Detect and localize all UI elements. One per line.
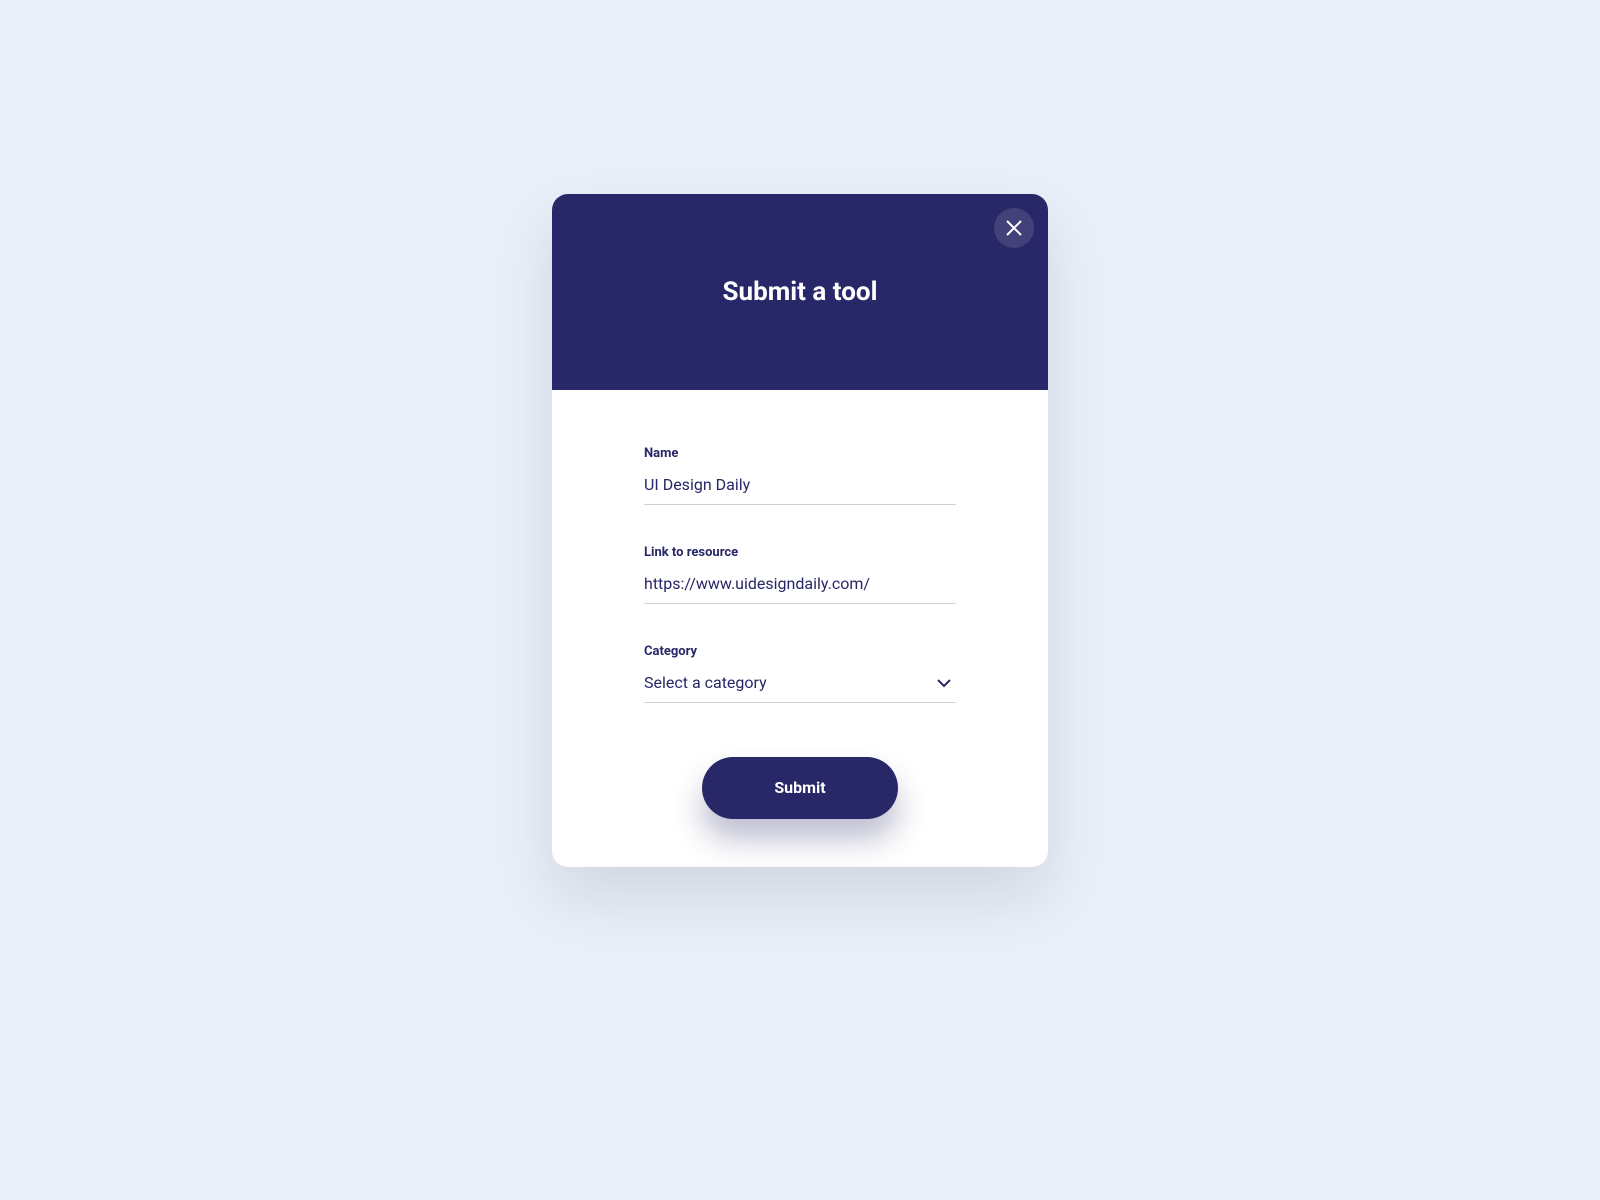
category-select-text: Select a category bbox=[644, 673, 767, 692]
link-label: Link to resource bbox=[644, 545, 956, 560]
name-input[interactable] bbox=[644, 471, 956, 505]
close-button[interactable] bbox=[994, 208, 1034, 248]
name-label: Name bbox=[644, 446, 956, 461]
submit-tool-modal: Submit a tool Name Link to resource Cate… bbox=[552, 194, 1048, 867]
close-icon bbox=[1005, 219, 1023, 237]
category-select[interactable]: Select a category bbox=[644, 669, 956, 703]
modal-title: Submit a tool bbox=[723, 277, 878, 307]
submit-wrapper: Submit bbox=[644, 757, 956, 819]
category-label: Category bbox=[644, 644, 956, 659]
submit-button[interactable]: Submit bbox=[702, 757, 898, 819]
modal-header: Submit a tool bbox=[552, 194, 1048, 390]
chevron-down-icon bbox=[936, 675, 952, 691]
category-field-group: Category Select a category bbox=[644, 644, 956, 703]
name-field-group: Name bbox=[644, 446, 956, 505]
modal-body: Name Link to resource Category Select a … bbox=[552, 390, 1048, 867]
link-field-group: Link to resource bbox=[644, 545, 956, 604]
link-input[interactable] bbox=[644, 570, 956, 604]
